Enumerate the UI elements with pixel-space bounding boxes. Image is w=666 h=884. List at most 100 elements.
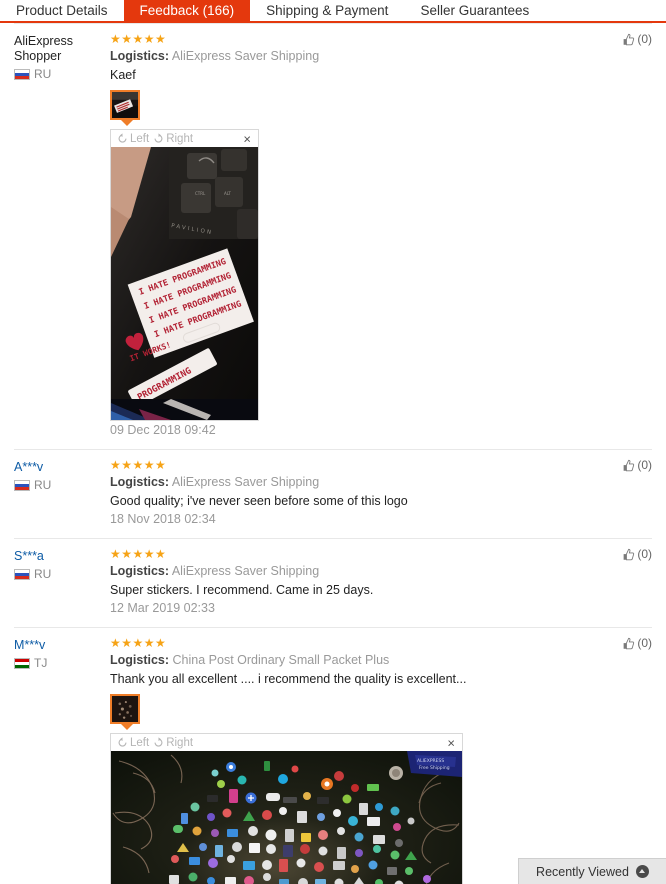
review-text: Thank you all excellent .... i recommend… bbox=[110, 672, 467, 686]
svg-text:CTRL: CTRL bbox=[195, 191, 206, 196]
feedback-page: Product Details Feedback (166) Shipping … bbox=[0, 0, 666, 884]
reviewer-country: RU bbox=[14, 478, 110, 492]
country-code: RU bbox=[34, 478, 52, 492]
rotate-left-label: Left bbox=[130, 132, 150, 145]
review-date: 12 Mar 2019 02:33 bbox=[110, 601, 215, 615]
flag-ru-icon bbox=[14, 479, 30, 491]
review-text: Super stickers. I recommend. Came in 25 … bbox=[110, 583, 374, 597]
photo-stickers-carpet: ALIEXPRESS Free Shipping bbox=[111, 751, 462, 884]
flag-ru-icon bbox=[14, 68, 30, 80]
tab-product-details[interactable]: Product Details bbox=[0, 0, 124, 21]
close-icon[interactable]: × bbox=[447, 736, 455, 749]
thumbnail-caret-icon bbox=[121, 120, 133, 126]
review-photo-thumbs bbox=[110, 90, 592, 126]
thumbnail-image bbox=[112, 92, 138, 118]
helpful-button[interactable]: (0) bbox=[622, 636, 652, 650]
tab-seller-guarantees[interactable]: Seller Guarantees bbox=[404, 0, 545, 21]
tab-feedback[interactable]: Feedback (166) bbox=[123, 0, 251, 21]
rotate-right-icon bbox=[154, 133, 163, 143]
svg-text:Free Shipping: Free Shipping bbox=[419, 765, 450, 771]
review-photo-thumbs bbox=[110, 694, 592, 730]
review-body: ★★★★★ Logistics: AliExpress Saver Shippi… bbox=[110, 32, 652, 439]
thumbs-up-icon bbox=[623, 459, 635, 471]
logistics-value: AliExpress Saver Shipping bbox=[171, 475, 320, 489]
logistics-line: Logistics: AliExpress Saver Shipping bbox=[110, 48, 592, 65]
thumbnail-image bbox=[112, 696, 138, 722]
rotate-right-label: Right bbox=[166, 132, 194, 145]
helpful-button[interactable]: (0) bbox=[622, 32, 652, 46]
logistics-label: Logistics: bbox=[110, 653, 170, 667]
review-photo-thumbnail[interactable] bbox=[110, 694, 140, 724]
table-row: M***v TJ ★★★★★ Logistics: China Post Ord… bbox=[14, 627, 652, 884]
product-tab-bar: Product Details Feedback (166) Shipping … bbox=[0, 0, 666, 23]
review-text: Kaef bbox=[110, 68, 136, 82]
thumbs-up-icon bbox=[623, 548, 635, 560]
review-photo-large[interactable]: ALIEXPRESS Free Shipping bbox=[111, 751, 462, 884]
reviewer-info: M***v TJ bbox=[14, 636, 110, 884]
star-rating: ★★★★★ bbox=[110, 547, 167, 561]
svg-text:ALIEXPRESS: ALIEXPRESS bbox=[417, 758, 444, 764]
reviewer-info: A***v RU bbox=[14, 458, 110, 528]
star-rating: ★★★★★ bbox=[110, 636, 167, 650]
logistics-line: Logistics: China Post Ordinary Small Pac… bbox=[110, 652, 592, 669]
thumbs-up-icon bbox=[623, 637, 635, 649]
table-row: A***v RU ★★★★★ Logistics: AliExpress Sav… bbox=[14, 449, 652, 538]
logistics-line: Logistics: AliExpress Saver Shipping bbox=[110, 563, 592, 580]
image-viewer-toolbar: Left Right × bbox=[111, 130, 258, 147]
helpful-count: (0) bbox=[637, 547, 652, 561]
reviewer-country: RU bbox=[14, 67, 110, 81]
review-date: 18 Nov 2018 02:34 bbox=[110, 512, 216, 526]
country-code: RU bbox=[34, 567, 52, 581]
photo-laptop-sticker: CTRL ALT PAVILION I HATE PROGRAMMING I H… bbox=[111, 147, 258, 420]
helpful-count: (0) bbox=[637, 636, 652, 650]
country-code: RU bbox=[34, 67, 52, 81]
logistics-value: China Post Ordinary Small Packet Plus bbox=[172, 653, 390, 667]
feedback-list: AliExpress Shopper RU ★★★★★ Logistics: A… bbox=[0, 23, 666, 884]
image-viewer-toolbar: Left Right × bbox=[111, 734, 462, 751]
review-photo-large[interactable]: CTRL ALT PAVILION I HATE PROGRAMMING I H… bbox=[111, 147, 258, 420]
helpful-count: (0) bbox=[637, 32, 652, 46]
recently-viewed-label: Recently Viewed bbox=[536, 864, 629, 879]
image-viewer: Left Right × bbox=[110, 733, 463, 884]
review-photo-thumbnail[interactable] bbox=[110, 90, 140, 120]
rotate-left-button[interactable]: Left bbox=[117, 737, 149, 749]
tab-shipping-payment[interactable]: Shipping & Payment bbox=[250, 0, 404, 21]
rotate-right-icon bbox=[154, 737, 163, 747]
flag-tj-icon bbox=[14, 657, 30, 669]
svg-text:ALT: ALT bbox=[224, 191, 231, 196]
logistics-line: Logistics: AliExpress Saver Shipping bbox=[110, 474, 592, 491]
reviewer-info: S***a RU bbox=[14, 547, 110, 617]
logistics-label: Logistics: bbox=[110, 564, 170, 578]
thumbnail-caret-icon bbox=[121, 724, 133, 730]
reviewer-name[interactable]: S***a bbox=[14, 549, 110, 564]
reviewer-name: AliExpress Shopper bbox=[14, 34, 74, 63]
reviewer-country: TJ bbox=[14, 656, 110, 670]
chevron-up-icon[interactable] bbox=[635, 865, 649, 878]
reviewer-name[interactable]: M***v bbox=[14, 638, 110, 653]
review-text: Good quality; i've never seen before som… bbox=[110, 494, 408, 508]
reviewer-name[interactable]: A***v bbox=[14, 460, 110, 475]
star-rating: ★★★★★ bbox=[110, 458, 167, 472]
rotate-right-label: Right bbox=[166, 736, 194, 749]
close-icon[interactable]: × bbox=[243, 132, 251, 145]
helpful-button[interactable]: (0) bbox=[622, 458, 652, 472]
reviewer-info: AliExpress Shopper RU bbox=[14, 32, 110, 439]
rotate-left-icon bbox=[118, 133, 127, 143]
rotate-left-label: Left bbox=[130, 736, 150, 749]
review-date: 09 Dec 2018 09:42 bbox=[110, 423, 216, 437]
helpful-button[interactable]: (0) bbox=[622, 547, 652, 561]
rotate-right-button[interactable]: Right bbox=[153, 737, 193, 749]
table-row: AliExpress Shopper RU ★★★★★ Logistics: A… bbox=[14, 23, 652, 449]
helpful-count: (0) bbox=[637, 458, 652, 472]
thumbs-up-icon bbox=[623, 33, 635, 45]
image-viewer: Left Right × bbox=[110, 129, 259, 421]
rotate-left-button[interactable]: Left bbox=[117, 133, 149, 145]
recently-viewed-widget[interactable]: Recently Viewed bbox=[518, 858, 666, 884]
review-body: ★★★★★ Logistics: China Post Ordinary Sma… bbox=[110, 636, 652, 884]
reviewer-country: RU bbox=[14, 567, 110, 581]
logistics-value: AliExpress Saver Shipping bbox=[171, 564, 320, 578]
review-body: ★★★★★ Logistics: AliExpress Saver Shippi… bbox=[110, 547, 652, 617]
rotate-left-icon bbox=[118, 737, 127, 747]
star-rating: ★★★★★ bbox=[110, 32, 167, 46]
rotate-right-button[interactable]: Right bbox=[153, 133, 193, 145]
